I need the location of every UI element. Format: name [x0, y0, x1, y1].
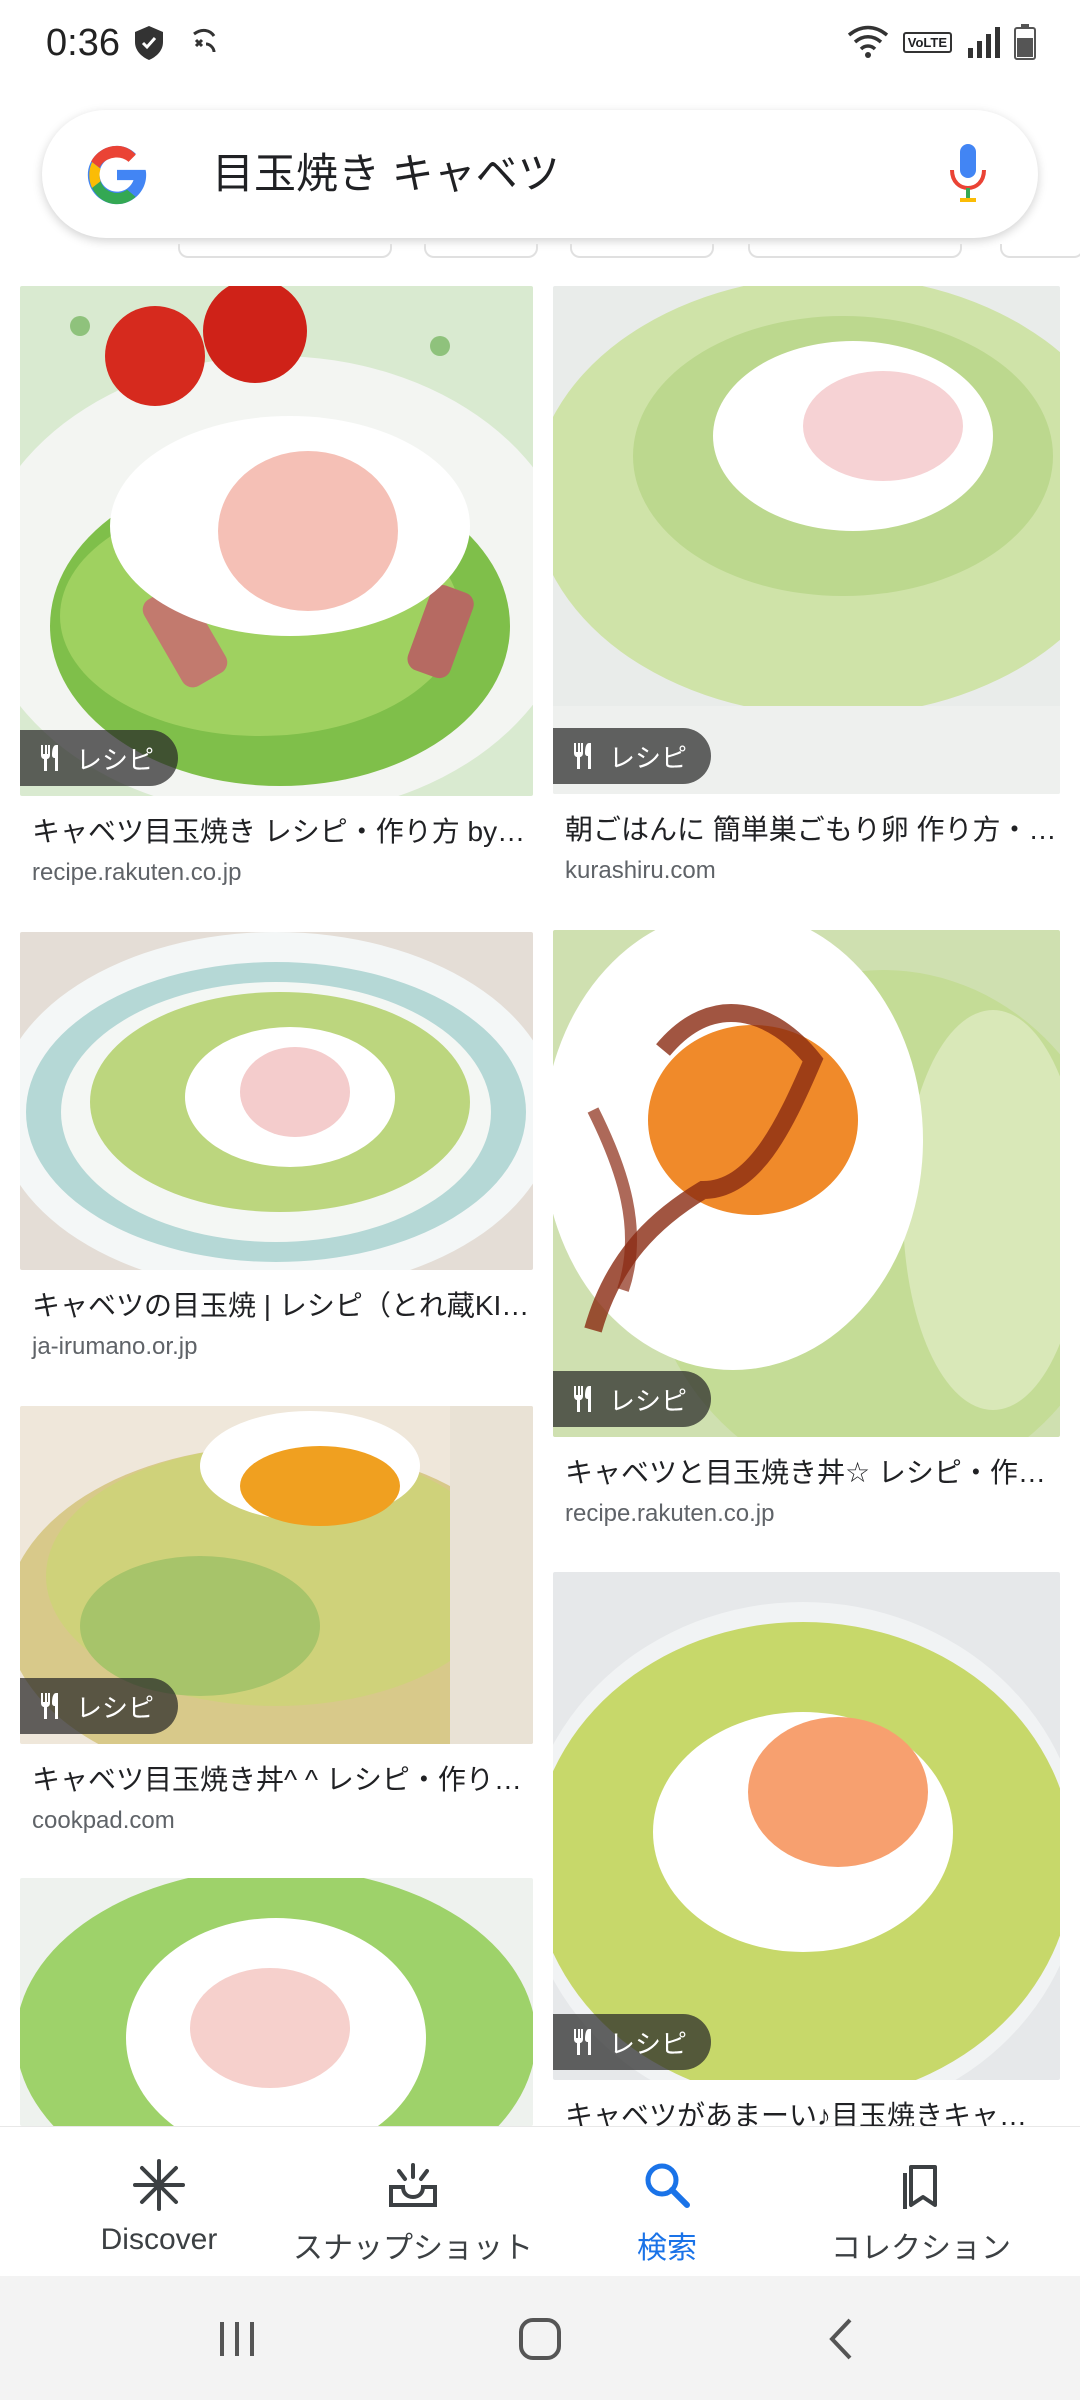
volte-indicator: VoLTE [902, 31, 952, 53]
recipe-badge: レシピ [553, 2014, 712, 2070]
nav-discover[interactable]: Discover [24, 2127, 294, 2277]
result-source[interactable]: recipe.rakuten.co.jp [20, 858, 533, 888]
search-query[interactable]: 目玉焼き キャベツ [212, 110, 560, 238]
image-result[interactable]: キャベツの目玉焼 | レシピ（とれ蔵KI… ja-irumano.or.jp [20, 932, 533, 1362]
result-thumbnail[interactable]: レシピ [553, 1572, 1060, 2080]
nav-label: コレクション [831, 2232, 1011, 2265]
result-title[interactable]: キャベツの目玉焼 | レシピ（とれ蔵KI… [20, 1288, 533, 1324]
result-title[interactable]: キャベツ目玉焼き レシピ・作り方 by… [20, 814, 533, 850]
nav-label: Discover [100, 2223, 218, 2256]
image-result[interactable]: レシピ キャベツがあまーい♪目玉焼きキャ… [553, 1572, 1060, 2134]
nav-label: 検索 [637, 2232, 697, 2265]
result-source[interactable]: cookpad.com [20, 1806, 533, 1836]
fork-knife-icon [574, 2029, 591, 2055]
missed-call-icon [193, 28, 216, 53]
badge-label: レシピ [609, 742, 688, 773]
search-icon [645, 2163, 690, 2208]
status-left-icons [132, 24, 222, 62]
image-result[interactable]: レシピ キャベツと目玉焼き丼☆ レシピ・作… recipe.rakuten.co… [553, 930, 1060, 1529]
result-thumbnail[interactable]: レシピ [553, 286, 1060, 794]
status-time: 0:36 [46, 22, 120, 64]
microphone-icon[interactable] [948, 142, 988, 206]
recipe-badge: レシピ [553, 1371, 712, 1427]
badge-label: レシピ [609, 1385, 688, 1416]
badge-label: レシピ [609, 2028, 688, 2059]
food-image [20, 286, 533, 796]
nav-label: スナップショット [293, 2232, 533, 2265]
result-title[interactable]: キャベツと目玉焼き丼☆ レシピ・作… [553, 1455, 1060, 1491]
wifi-icon [847, 25, 888, 58]
result-source[interactable]: ja-irumano.or.jp [20, 1332, 533, 1362]
image-result[interactable]: レシピ 朝ごはんに 簡単巣ごもり卵 作り方・… kurashiru.com [553, 286, 1060, 886]
image-result[interactable]: レシピ キャベツ目玉焼き丼^ ^ レシピ・作り… cookpad.com [20, 1406, 533, 1836]
image-result[interactable] [20, 1878, 533, 2126]
home-icon[interactable] [515, 2314, 565, 2364]
recent-apps-icon[interactable] [212, 2314, 262, 2364]
result-source[interactable]: kurashiru.com [553, 856, 1060, 886]
nav-search[interactable]: 検索 [532, 2127, 802, 2277]
result-thumbnail[interactable] [20, 1878, 533, 2126]
badge-label: レシピ [76, 744, 155, 775]
result-title[interactable]: キャベツ目玉焼き丼^ ^ レシピ・作り… [20, 1762, 533, 1798]
fork-knife-icon [41, 1693, 58, 1719]
badge-label: レシピ [76, 1692, 155, 1723]
food-image [20, 1878, 533, 2126]
fork-knife-icon [41, 745, 58, 771]
image-result[interactable]: レシピ キャベツ目玉焼き レシピ・作り方 by… recipe.rakuten.… [20, 286, 533, 888]
google-logo-icon[interactable] [82, 140, 152, 210]
nav-snapshot[interactable]: スナップショット [278, 2127, 548, 2277]
nav-collections[interactable]: コレクション [786, 2127, 1056, 2277]
system-navigation [0, 2276, 1080, 2400]
bottom-navigation: Discover スナップショット 検索 コレクション [0, 2126, 1080, 2277]
filter-chips-edge [0, 244, 1080, 260]
food-image [20, 932, 533, 1270]
shield-icon [135, 26, 163, 60]
result-thumbnail[interactable]: レシピ [20, 286, 533, 796]
asterisk-icon [133, 2159, 185, 2211]
result-thumbnail[interactable]: レシピ [553, 930, 1060, 1437]
battery-icon [1014, 24, 1036, 60]
status-right-icons: VoLTE [847, 24, 1036, 60]
recipe-badge: レシピ [20, 730, 179, 786]
search-bar[interactable]: 目玉焼き キャベツ [42, 110, 1038, 238]
food-image [553, 1572, 1060, 2080]
food-image [553, 286, 1060, 794]
snapshot-icon [389, 2163, 437, 2207]
signal-icon [968, 27, 1000, 58]
fork-knife-icon [574, 1386, 591, 1412]
fork-knife-icon [574, 743, 591, 769]
status-bar: 0:36 VoLTE [0, 0, 1080, 90]
bookmark-icon [903, 2165, 937, 2209]
result-source[interactable]: recipe.rakuten.co.jp [553, 1499, 1060, 1529]
recipe-badge: レシピ [553, 728, 712, 784]
result-thumbnail[interactable]: レシピ [20, 1406, 533, 1744]
back-icon[interactable] [818, 2314, 868, 2364]
result-thumbnail[interactable] [20, 932, 533, 1270]
result-title[interactable]: 朝ごはんに 簡単巣ごもり卵 作り方・… [553, 812, 1060, 848]
food-image [553, 930, 1060, 1437]
recipe-badge: レシピ [20, 1678, 179, 1734]
